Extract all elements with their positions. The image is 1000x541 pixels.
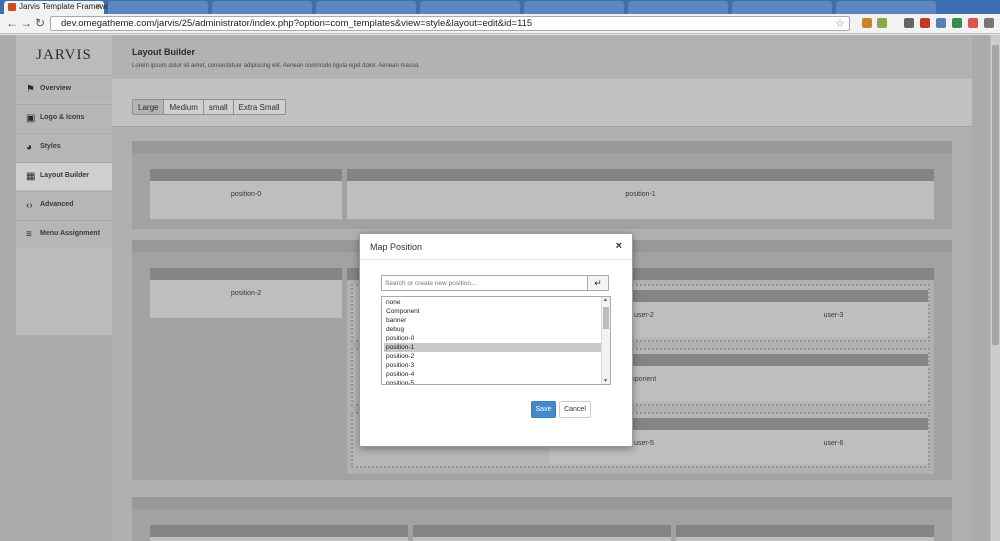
- listbox-scrollbar-thumb[interactable]: [603, 307, 609, 329]
- list-item[interactable]: debug: [384, 325, 602, 334]
- browser-tab[interactable]: [836, 1, 936, 14]
- address-toolbar: ← → ↻ dev.omegatheme.com/jarvis/25/admin…: [0, 14, 1000, 34]
- listbox-scrollbar[interactable]: ▲ ▼: [601, 297, 610, 384]
- extension-icon[interactable]: [936, 18, 946, 28]
- address-bar[interactable]: dev.omegatheme.com/jarvis/25/administrat…: [50, 16, 850, 31]
- bookmark-star-icon[interactable]: ☆: [835, 17, 845, 30]
- scroll-down-icon[interactable]: ▼: [603, 378, 608, 384]
- modal-title: Map Position: [370, 242, 423, 252]
- browser-tab[interactable]: [732, 1, 832, 14]
- joomla-favicon-icon: [8, 3, 16, 11]
- menu-icon[interactable]: [984, 18, 994, 28]
- browser-tab[interactable]: [212, 1, 312, 14]
- browser-tab[interactable]: [524, 1, 624, 14]
- address-url: dev.omegatheme.com/jarvis/25/administrat…: [61, 18, 533, 29]
- extension-icon[interactable]: [952, 18, 962, 28]
- browser-tab[interactable]: [316, 1, 416, 14]
- back-arrow-icon[interactable]: ←: [6, 16, 18, 30]
- enter-icon[interactable]: ↵: [588, 275, 609, 291]
- list-item[interactable]: position-3: [384, 361, 602, 370]
- browser-tab[interactable]: [628, 1, 728, 14]
- list-item[interactable]: position-4: [384, 370, 602, 379]
- list-item-selected[interactable]: position-1: [384, 343, 602, 352]
- browser-tab-active[interactable]: Jarvis Template Framewo ×: [4, 1, 110, 14]
- map-position-modal: Map Position × ↵ none Component banner d…: [359, 233, 633, 447]
- browser-tab-strip: Jarvis Template Framewo ×: [0, 0, 1000, 14]
- tab-close-icon[interactable]: ×: [96, 1, 101, 11]
- extension-icon[interactable]: [862, 18, 872, 28]
- extension-icon[interactable]: [920, 18, 930, 28]
- list-item[interactable]: Component: [384, 307, 602, 316]
- list-item[interactable]: position-2: [384, 352, 602, 361]
- forward-arrow-icon[interactable]: →: [20, 16, 32, 30]
- save-button[interactable]: Save: [531, 401, 556, 418]
- browser-tab[interactable]: [108, 1, 208, 14]
- extension-icon[interactable]: [968, 18, 978, 28]
- scroll-up-icon[interactable]: ▲: [603, 297, 608, 303]
- position-search-input[interactable]: [381, 275, 588, 291]
- wrench-icon[interactable]: [904, 18, 914, 28]
- position-search: ↵: [381, 275, 609, 291]
- position-listbox[interactable]: none Component banner debug position-0 p…: [381, 296, 611, 385]
- cancel-button[interactable]: Cancel: [559, 401, 591, 418]
- list-item[interactable]: position-0: [384, 334, 602, 343]
- close-icon[interactable]: ×: [616, 240, 622, 252]
- browser-tab[interactable]: [420, 1, 520, 14]
- list-item[interactable]: none: [384, 298, 602, 307]
- list-item[interactable]: position-5: [384, 379, 602, 384]
- reload-icon[interactable]: ↻: [35, 16, 45, 30]
- list-item[interactable]: banner: [384, 316, 602, 325]
- extension-icon[interactable]: [877, 18, 887, 28]
- modal-header: Map Position ×: [360, 234, 632, 260]
